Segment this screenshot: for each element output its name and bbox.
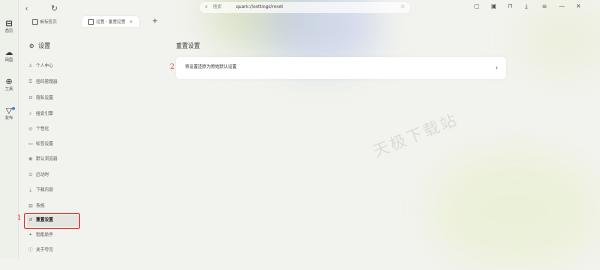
- menu-item-label: 启动时: [36, 173, 49, 178]
- reset-icon: ↺: [28, 218, 33, 223]
- download-icon[interactable]: ⤓: [525, 3, 528, 11]
- tools-icon: ⊕: [5, 77, 13, 86]
- menu-item-label: 个人中心: [36, 64, 54, 69]
- search-icon: ⌕: [205, 4, 208, 10]
- settings-title: ⚙ 设置: [29, 41, 50, 50]
- menu-item-system[interactable]: ▤ 系统: [27, 201, 79, 213]
- menu-item-label: 个性化: [36, 127, 49, 132]
- menu-item-personalize[interactable]: ◎ 个性化: [27, 124, 79, 136]
- menu-item-default-browser[interactable]: ◉ 默认浏览器: [27, 154, 79, 166]
- menu-item-downloads[interactable]: ⤓ 下载内容: [27, 185, 79, 197]
- menu-item-label: 下载内容: [36, 188, 54, 193]
- rail-item-cloud[interactable]: ☁ 网盘: [0, 48, 18, 63]
- funnel-icon: ▽: [5, 106, 13, 115]
- menu-icon[interactable]: ≡: [542, 3, 547, 10]
- bookmark-icon[interactable]: ⊓: [508, 3, 513, 10]
- menu-item-privacy[interactable]: ⊡ 隐私设置: [27, 93, 79, 105]
- back-icon[interactable]: ‹: [25, 4, 28, 13]
- star-icon[interactable]: ☆: [401, 2, 405, 13]
- key-icon: ⚿: [28, 80, 33, 85]
- notification-dot: [12, 107, 15, 110]
- rail-item-publish[interactable]: ▽ 发布: [0, 106, 18, 121]
- page-title: 重置设置: [176, 43, 201, 50]
- rail-item-label: 首页: [5, 28, 13, 33]
- page-icon: [88, 19, 94, 25]
- menu-item-label: 标签设置: [36, 142, 54, 147]
- lock-icon: ⊡: [28, 96, 33, 101]
- rail-item-tools[interactable]: ⊕ 工具: [0, 77, 18, 92]
- rail-item-label: 发布: [5, 115, 13, 120]
- gear-icon: ⚙: [29, 43, 35, 50]
- cloud-icon: ☁: [5, 48, 13, 57]
- menu-item-label: 智能助手: [36, 233, 54, 238]
- tab-settings[interactable]: 设置 - 重置设置 ×: [82, 16, 139, 27]
- step-number-1: 1: [17, 214, 22, 222]
- menu-item-search-engine[interactable]: ⌕ 搜索引擎: [27, 109, 79, 121]
- new-tab-button[interactable]: +: [152, 16, 158, 27]
- tab-label: 新标签页: [40, 19, 57, 24]
- menu-item-profile[interactable]: ♙ 个人中心: [27, 61, 79, 73]
- search-icon: ⌕: [29, 112, 32, 117]
- menu-item-about[interactable]: ⓘ 关于夸克: [27, 245, 79, 257]
- menu-item-label: 系统: [36, 204, 45, 209]
- rail-item-label: 网盘: [5, 57, 13, 62]
- search-label: 搜索: [213, 5, 222, 10]
- reload-icon[interactable]: ↻: [51, 4, 58, 13]
- top-bar: ‹ ↻ 新标签页 设置 - 重置设置 × + ⌕ 搜索 quark://setti…: [18, 0, 600, 30]
- background-blob: [430, 150, 600, 270]
- power-icon: ⏻: [28, 173, 33, 178]
- menu-item-passwords[interactable]: ⚿ 密码管理器: [27, 77, 79, 89]
- chevron-right-icon: ›: [495, 64, 498, 72]
- tag-icon: ▭: [28, 142, 33, 147]
- page-icon: [32, 19, 38, 25]
- menu-item-label: 重置设置: [36, 218, 54, 223]
- assistant-icon: ✦: [28, 233, 33, 238]
- close-window-icon[interactable]: ✕: [576, 3, 581, 10]
- minimize-icon[interactable]: —: [559, 3, 565, 10]
- menu-item-label: 密码管理器: [36, 80, 58, 85]
- tab-new[interactable]: 新标签页: [32, 16, 57, 27]
- share-icon[interactable]: ▢: [474, 3, 480, 10]
- watermark: 天极下载站: [370, 109, 461, 162]
- download-icon: ⤓: [29, 188, 32, 193]
- browser-icon: ◉: [28, 157, 33, 162]
- reset-option-label: 将设置还原为原始默认设置: [185, 65, 237, 70]
- menu-item-label: 关于夸克: [36, 248, 54, 253]
- menu-item-label: 搜索引擎: [36, 112, 54, 117]
- menu-item-reset[interactable]: ↺ 重置设置: [27, 215, 79, 227]
- close-icon[interactable]: ×: [129, 19, 133, 24]
- rail-item-label: 工具: [5, 86, 13, 91]
- menu-item-label: 隐私设置: [36, 96, 54, 101]
- settings-title-text: 设置: [38, 43, 51, 50]
- menu-item-startup[interactable]: ⏻ 启动时: [27, 170, 79, 182]
- menu-item-label: 默认浏览器: [36, 157, 58, 162]
- tab-label: 设置 - 重置设置: [96, 19, 126, 24]
- home-icon: ⊟: [5, 19, 13, 28]
- rail-item-home[interactable]: ⊟ 首页: [0, 19, 18, 34]
- collection-icon[interactable]: ▣: [491, 3, 497, 10]
- menu-item-assistant[interactable]: ✦ 智能助手: [27, 230, 79, 242]
- user-icon: ♙: [28, 64, 33, 69]
- url-text: quark://settings/reset: [236, 5, 284, 10]
- menu-item-tabs[interactable]: ▭ 标签设置: [27, 139, 79, 151]
- info-icon: ⓘ: [28, 248, 33, 253]
- reset-option-row[interactable]: 将设置还原为原始默认设置 ›: [176, 57, 506, 79]
- system-icon: ▤: [28, 204, 33, 209]
- step-number-2: 2: [170, 63, 175, 71]
- palette-icon: ◎: [28, 127, 33, 132]
- address-bar[interactable]: ⌕ 搜索 quark://settings/reset ☆: [200, 2, 410, 13]
